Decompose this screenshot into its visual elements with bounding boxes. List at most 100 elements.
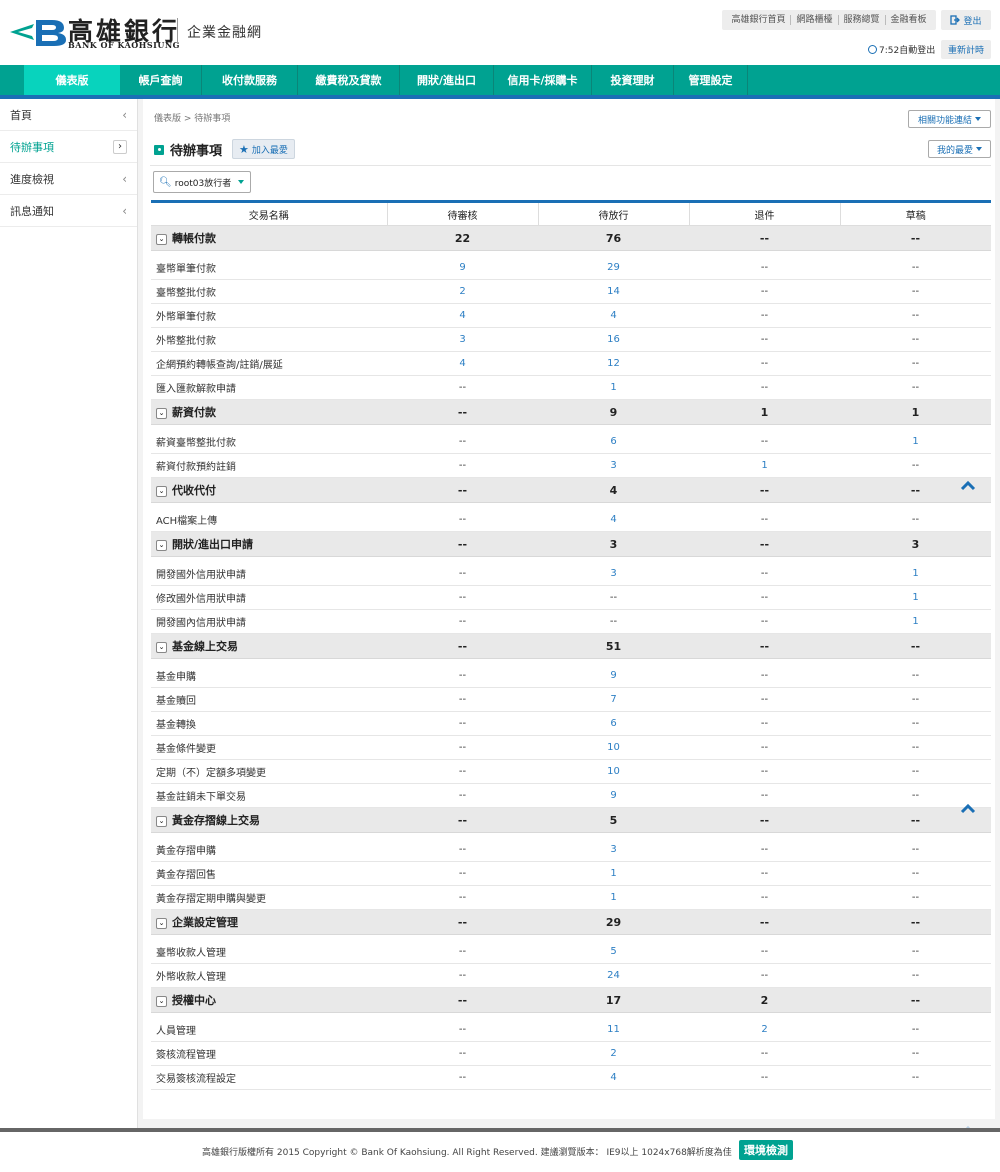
count-link[interactable]: 1 xyxy=(538,375,689,400)
top-link-counter[interactable]: 網路櫃檯 xyxy=(791,15,839,25)
count-link[interactable]: 9 xyxy=(538,783,689,808)
collapse-toggle-icon[interactable]: ⌄ xyxy=(156,995,167,1007)
count-link[interactable]: 1 xyxy=(840,429,991,454)
collapse-toggle-icon[interactable]: ⌄ xyxy=(156,407,167,419)
count-link[interactable]: 9 xyxy=(387,255,538,280)
sidebar-item-progress[interactable]: 進度檢視 ‹ xyxy=(0,163,137,195)
count-link[interactable]: 2 xyxy=(538,1041,689,1066)
count-link[interactable]: 2 xyxy=(387,279,538,304)
count-link[interactable]: 6 xyxy=(538,429,689,454)
account-select[interactable]: 🔍︎ root03放行者 xyxy=(153,171,251,193)
sidebar-item-todo[interactable]: 待辦事項 › xyxy=(0,131,137,163)
count-link[interactable]: 1 xyxy=(840,585,991,610)
collapse-toggle-icon[interactable]: ⌄ xyxy=(156,233,167,245)
count-link[interactable]: 5 xyxy=(538,939,689,964)
count-link[interactable]: 1 xyxy=(538,861,689,886)
collapse-toggle-icon[interactable]: ⌄ xyxy=(156,917,167,929)
group-name-cell[interactable]: ⌄ 薪資付款 xyxy=(151,399,387,425)
nav-account-inquiry[interactable]: 帳戶查詢 xyxy=(120,65,202,95)
count-link[interactable]: 1 xyxy=(689,453,840,478)
group-row[interactable]: ⌄ 黃金存摺線上交易 -- 5 -- -- xyxy=(151,807,991,833)
collapse-toggle-icon[interactable]: ⌄ xyxy=(156,815,167,827)
top-link-home[interactable]: 高雄銀行首頁 xyxy=(726,15,792,25)
group-total-cell: -- xyxy=(840,909,991,935)
group-total-cell: -- xyxy=(387,807,538,833)
group-name-cell[interactable]: ⌄ 轉帳付款 xyxy=(151,225,387,251)
count-link[interactable]: 1 xyxy=(538,885,689,910)
count-link[interactable]: 4 xyxy=(387,303,538,328)
transaction-name-cell: 黃金存摺定期申購與變更 xyxy=(151,885,387,910)
collapse-toggle-icon[interactable]: ⌄ xyxy=(156,539,167,551)
nav-credit-card[interactable]: 信用卡/採購卡 xyxy=(494,65,592,95)
count-link[interactable]: 11 xyxy=(538,1017,689,1042)
group-name-cell[interactable]: ⌄ 授權中心 xyxy=(151,987,387,1013)
nav-management[interactable]: 管理設定 xyxy=(674,65,748,95)
count-link[interactable]: 29 xyxy=(538,255,689,280)
renew-timer-button[interactable]: 重新計時 xyxy=(941,40,991,59)
group-total-cell: 76 xyxy=(538,225,689,251)
count-link[interactable]: 12 xyxy=(538,351,689,376)
logout-button[interactable]: 登出 xyxy=(941,10,991,30)
environment-check-button[interactable]: 環境檢測 xyxy=(739,1140,793,1160)
group-row[interactable]: ⌄ 企業設定管理 -- 29 -- -- xyxy=(151,909,991,935)
count-cell: -- xyxy=(387,375,538,400)
group-row[interactable]: ⌄ 開狀/進出口申請 -- 3 -- 3 xyxy=(151,531,991,557)
group-name-cell[interactable]: ⌄ 基金線上交易 xyxy=(151,633,387,659)
count-link[interactable]: 3 xyxy=(538,837,689,862)
count-link[interactable]: 10 xyxy=(538,735,689,760)
count-link[interactable]: 9 xyxy=(538,663,689,688)
nav-dashboard[interactable]: 儀表版 xyxy=(24,65,120,95)
nav-lc-import-export[interactable]: 開狀/進出口 xyxy=(400,65,494,95)
group-row[interactable]: ⌄ 薪資付款 -- 9 1 1 xyxy=(151,399,991,425)
nav-investment[interactable]: 投資理財 xyxy=(592,65,674,95)
count-link[interactable]: 24 xyxy=(538,963,689,988)
col-header-draft: 草稿 xyxy=(840,200,991,226)
count-link[interactable]: 3 xyxy=(538,561,689,586)
count-link[interactable]: 1 xyxy=(840,561,991,586)
count-link[interactable]: 3 xyxy=(387,327,538,352)
transaction-name-cell: 黃金存摺申購 xyxy=(151,837,387,862)
count-cell: -- xyxy=(840,255,991,280)
count-link[interactable]: 4 xyxy=(538,1065,689,1090)
group-name-cell[interactable]: ⌄ 企業設定管理 xyxy=(151,909,387,935)
count-link[interactable]: 2 xyxy=(689,1017,840,1042)
group-name-cell[interactable]: ⌄ 開狀/進出口申請 xyxy=(151,531,387,557)
count-link[interactable]: 10 xyxy=(538,759,689,784)
count-link[interactable]: 1 xyxy=(840,609,991,634)
sidebar-item-home[interactable]: 首頁 ‹ xyxy=(0,99,137,131)
scroll-up-icon[interactable] xyxy=(960,479,976,491)
count-link[interactable]: 14 xyxy=(538,279,689,304)
count-link[interactable]: 6 xyxy=(538,711,689,736)
group-row[interactable]: ⌄ 基金線上交易 -- 51 -- -- xyxy=(151,633,991,659)
count-cell: -- xyxy=(538,609,689,634)
count-cell: -- xyxy=(689,1041,840,1066)
group-name-cell[interactable]: ⌄ 代收代付 xyxy=(151,477,387,503)
group-row[interactable]: ⌄ 代收代付 -- 4 -- -- xyxy=(151,477,991,503)
count-link[interactable]: 16 xyxy=(538,327,689,352)
count-link[interactable]: 4 xyxy=(387,351,538,376)
related-links-dropdown[interactable]: 相關功能連結 xyxy=(908,110,991,128)
bank-logo[interactable] xyxy=(8,14,68,50)
my-favorites-dropdown[interactable]: 我的最愛 xyxy=(928,140,991,158)
group-name-cell[interactable]: ⌄ 黃金存摺線上交易 xyxy=(151,807,387,833)
group-total-cell: 5 xyxy=(538,807,689,833)
count-link[interactable]: 4 xyxy=(538,507,689,532)
count-link[interactable]: 4 xyxy=(538,303,689,328)
group-total-cell: -- xyxy=(840,633,991,659)
collapse-toggle-icon[interactable]: ⌄ xyxy=(156,641,167,653)
scroll-up-icon[interactable] xyxy=(960,802,976,814)
star-icon: ★ xyxy=(239,142,249,156)
group-row[interactable]: ⌄ 授權中心 -- 17 2 -- xyxy=(151,987,991,1013)
top-link-board[interactable]: 金融看板 xyxy=(886,15,932,25)
nav-tax-loans[interactable]: 繳費稅及貸款 xyxy=(298,65,400,95)
sidebar-item-notifications[interactable]: 訊息通知 ‹ xyxy=(0,195,137,227)
count-link[interactable]: 3 xyxy=(538,453,689,478)
collapse-toggle-icon[interactable]: ⌄ xyxy=(156,485,167,497)
add-favorite-button[interactable]: ★ 加入最愛 xyxy=(232,139,295,159)
count-link[interactable]: 7 xyxy=(538,687,689,712)
group-row[interactable]: ⌄ 轉帳付款 22 76 -- -- xyxy=(151,225,991,251)
sidebar: 首頁 ‹ 待辦事項 › 進度檢視 ‹ 訊息通知 ‹ xyxy=(0,99,138,1129)
top-link-services[interactable]: 服務總覽 xyxy=(839,15,886,25)
table-row: 薪資臺幣整批付款 -- 6 -- 1 xyxy=(151,429,991,454)
nav-payments[interactable]: 收付款服務 xyxy=(202,65,298,95)
